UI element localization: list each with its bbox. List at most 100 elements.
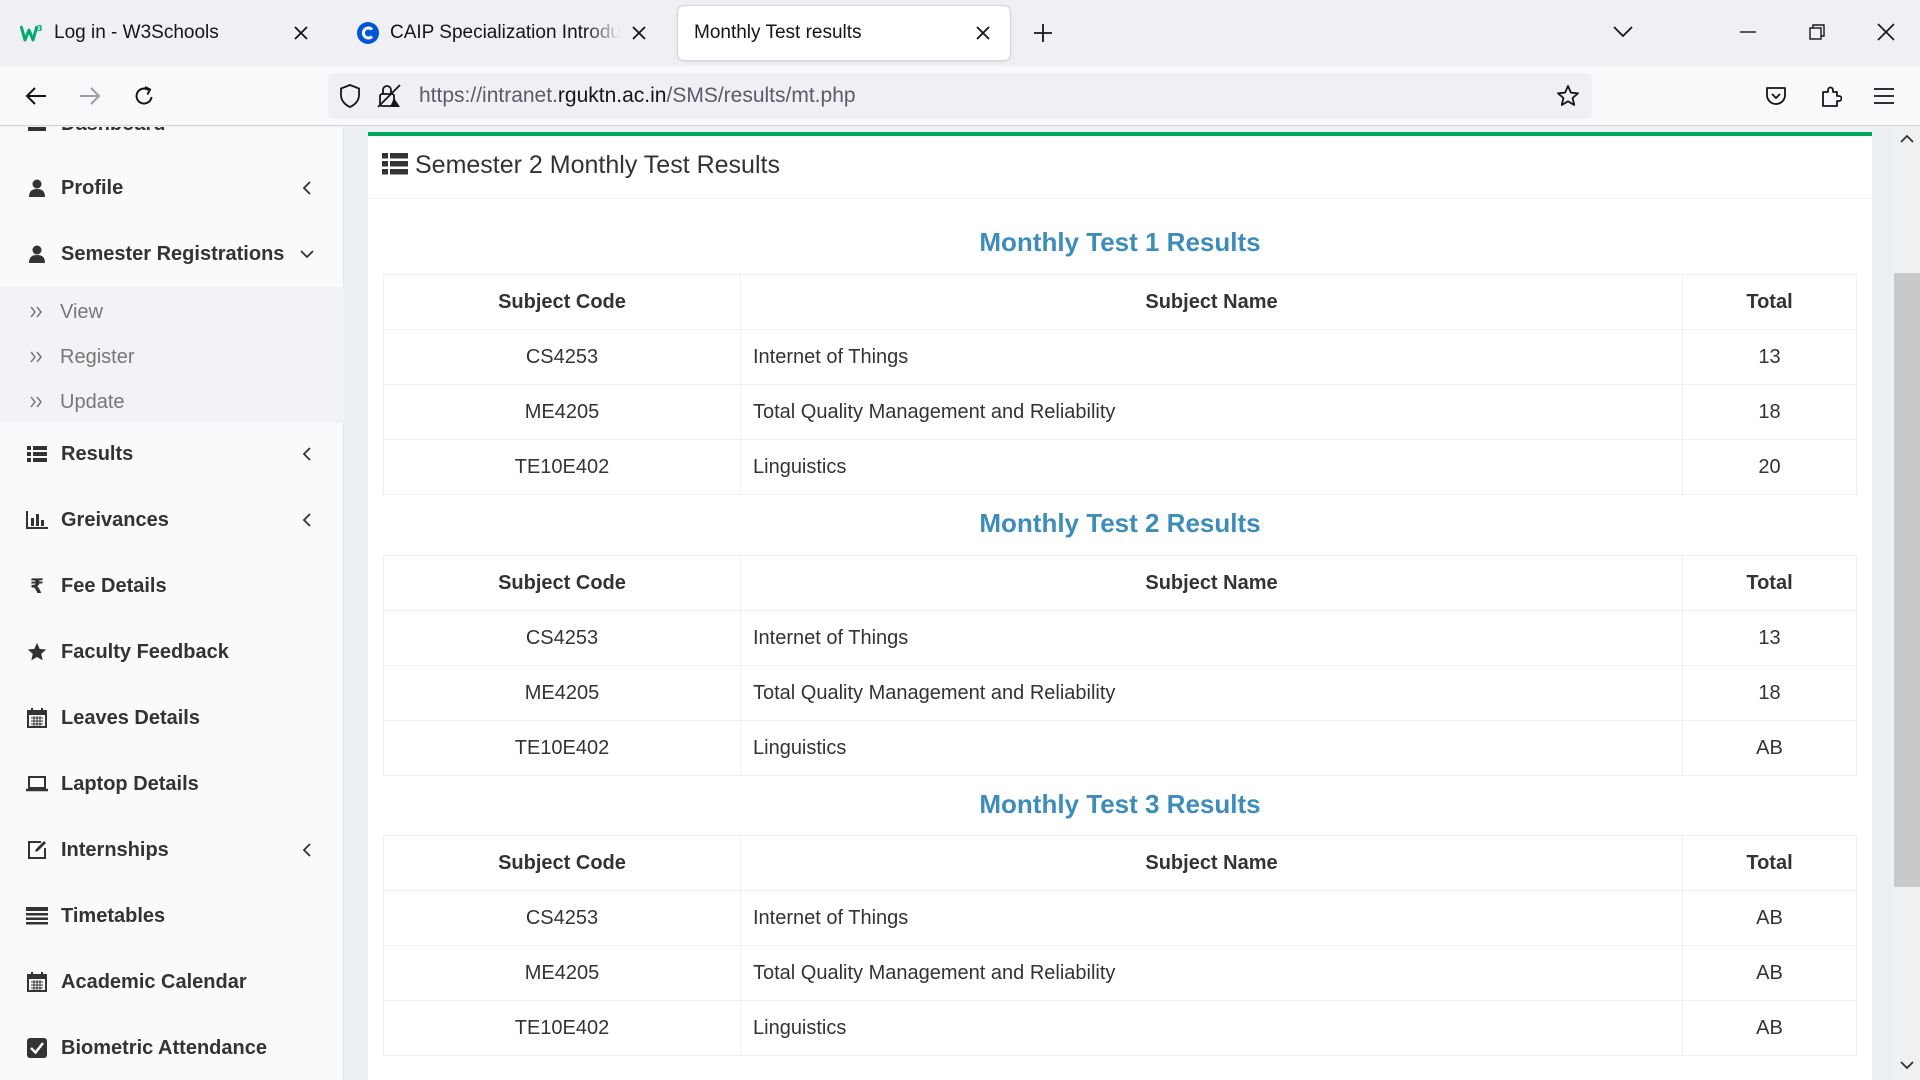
minimize-button[interactable] [1728,14,1768,50]
sidebar-item-results[interactable]: Results [0,421,344,487]
column-header: Subject Name [740,274,1683,330]
star-icon [25,640,49,664]
table-row: ME4205 Total Quality Management and Reli… [383,384,1857,440]
pocket-icon[interactable] [1758,78,1794,114]
sidebar-item-profile[interactable]: Profile [0,155,344,221]
table-row: CS4253 Internet of Things 13 [383,610,1857,666]
subject-code: CS4253 [383,329,741,385]
column-header: Subject Code [383,835,741,891]
forward-arrow-icon[interactable] [72,78,108,114]
user-icon [25,176,49,200]
subject-code: CS4253 [383,890,741,946]
tab-monthly-test-results[interactable]: Monthly Test results [678,6,1010,60]
chevron-left-icon [298,511,316,529]
edit-icon [25,838,49,862]
semester-registrations-submenu: View Register Update [0,287,344,423]
url-text[interactable]: https://intranet.rguktn.ac.in/SMS/result… [419,73,856,119]
list-icon [25,442,49,466]
submenu-item-label: Update [60,390,125,413]
submenu-item-update[interactable]: Update [0,380,344,424]
hamburger-menu-icon[interactable] [1866,78,1902,114]
list-all-tabs-button[interactable] [1603,14,1643,50]
address-bar[interactable]: https://intranet.rguktn.ac.in/SMS/result… [328,73,1592,119]
sidebar-item-faculty-feedback[interactable]: Faculty Feedback [0,619,344,685]
sidebar-item-label: Internships [61,838,169,861]
table-icon [25,904,49,928]
sidebar-item-biometric-attendance[interactable]: Biometric Attendance [0,1015,344,1080]
subject-total: 20 [1682,439,1857,495]
submenu-item-register[interactable]: Register [0,335,344,379]
subject-code: ME4205 [383,665,741,721]
table-row: CS4253 Internet of Things 13 [383,329,1857,385]
chevron-down-icon [298,245,316,263]
restore-button[interactable] [1797,14,1837,50]
subject-name: Linguistics [740,720,1683,776]
column-header: Subject Name [740,835,1683,891]
submenu-item-label: View [60,300,103,323]
back-arrow-icon[interactable] [18,78,54,114]
sidebar-item-internships[interactable]: Internships [0,817,344,883]
tab-w3schools[interactable]: 3 Log in - W3Schools [6,6,328,60]
sidebar-item-timetables[interactable]: Timetables [0,883,344,949]
scroll-down-icon[interactable] [1899,1057,1915,1073]
subject-total: AB [1682,945,1857,1001]
subject-code: ME4205 [383,945,741,1001]
rupee-icon: ₹ [30,574,44,598]
sidebar-item-fee-details[interactable]: ₹ Fee Details [0,553,344,619]
chevron-left-icon [298,179,316,197]
monthly-test-2-table: Subject Code Subject Name Total CS4253 I… [383,555,1857,776]
close-tab-icon[interactable] [628,20,650,46]
sidebar-item-leaves-details[interactable]: Leaves Details [0,685,344,751]
coursera-logo-icon [356,21,380,45]
w3schools-logo-icon: 3 [20,21,44,45]
column-header: Total [1682,555,1857,611]
tab-title: Monthly Test results [694,22,862,43]
sidebar-item-label: Dashboard [61,127,165,136]
insecure-lock-icon[interactable] [377,84,401,113]
extensions-puzzle-icon[interactable] [1813,78,1849,114]
subject-total: 13 [1682,610,1857,666]
calendar-icon [25,706,49,730]
sidebar-item-label: Academic Calendar [61,970,247,993]
tracking-protection-shield-icon[interactable] [339,84,361,113]
column-header: Subject Code [383,555,741,611]
sidebar-item-laptop-details[interactable]: Laptop Details [0,751,344,817]
close-tab-icon[interactable] [288,20,314,46]
subject-total: 13 [1682,329,1857,385]
monthly-test-2-heading: Monthly Test 2 Results [979,508,1261,538]
sidebar-item-semester-registrations[interactable]: Semester Registrations [0,221,344,287]
column-header: Total [1682,835,1857,891]
new-tab-button[interactable] [1028,16,1058,50]
column-header: Subject Name [740,555,1683,611]
box-header: Semester 2 Monthly Test Results [368,136,1872,199]
reload-icon[interactable] [126,78,162,114]
laptop-icon [25,772,49,796]
list-icon [382,153,408,177]
sidebar-item-label: Faculty Feedback [61,640,229,663]
tab-caip[interactable]: CAIP Specialization Introduction [342,6,664,60]
subject-code: TE10E402 [383,720,741,776]
close-tab-icon[interactable] [970,20,996,46]
page-title: Semester 2 Monthly Test Results [415,151,780,179]
close-window-button[interactable] [1866,14,1906,50]
sidebar-item-label: Results [61,442,134,465]
sidebar-item-academic-calendar[interactable]: Academic Calendar [0,949,344,1015]
page-scrollbar[interactable] [1894,127,1920,1080]
bookmark-star-icon[interactable] [1556,84,1580,113]
subject-total: AB [1682,890,1857,946]
monthly-test-1-heading: Monthly Test 1 Results [979,227,1261,257]
submenu-item-label: Register [60,345,135,368]
table-header-row: Subject Code Subject Name Total [383,555,1857,611]
sidebar-item-dashboard[interactable]: Dashboard [0,127,344,157]
table-header-row: Subject Code Subject Name Total [383,274,1857,330]
scroll-up-icon[interactable] [1899,131,1915,147]
subject-total: AB [1682,720,1857,776]
sidebar-item-label: Fee Details [61,574,167,597]
main-content: Semester 2 Monthly Test Results Monthly … [368,127,1872,1080]
dashboard-icon [25,127,49,136]
submenu-item-view[interactable]: View [0,290,344,334]
bar-chart-icon [25,508,49,532]
table-row: CS4253 Internet of Things AB [383,890,1857,946]
scrollbar-thumb[interactable] [1894,273,1920,887]
sidebar-item-greivances[interactable]: Greivances [0,487,344,553]
